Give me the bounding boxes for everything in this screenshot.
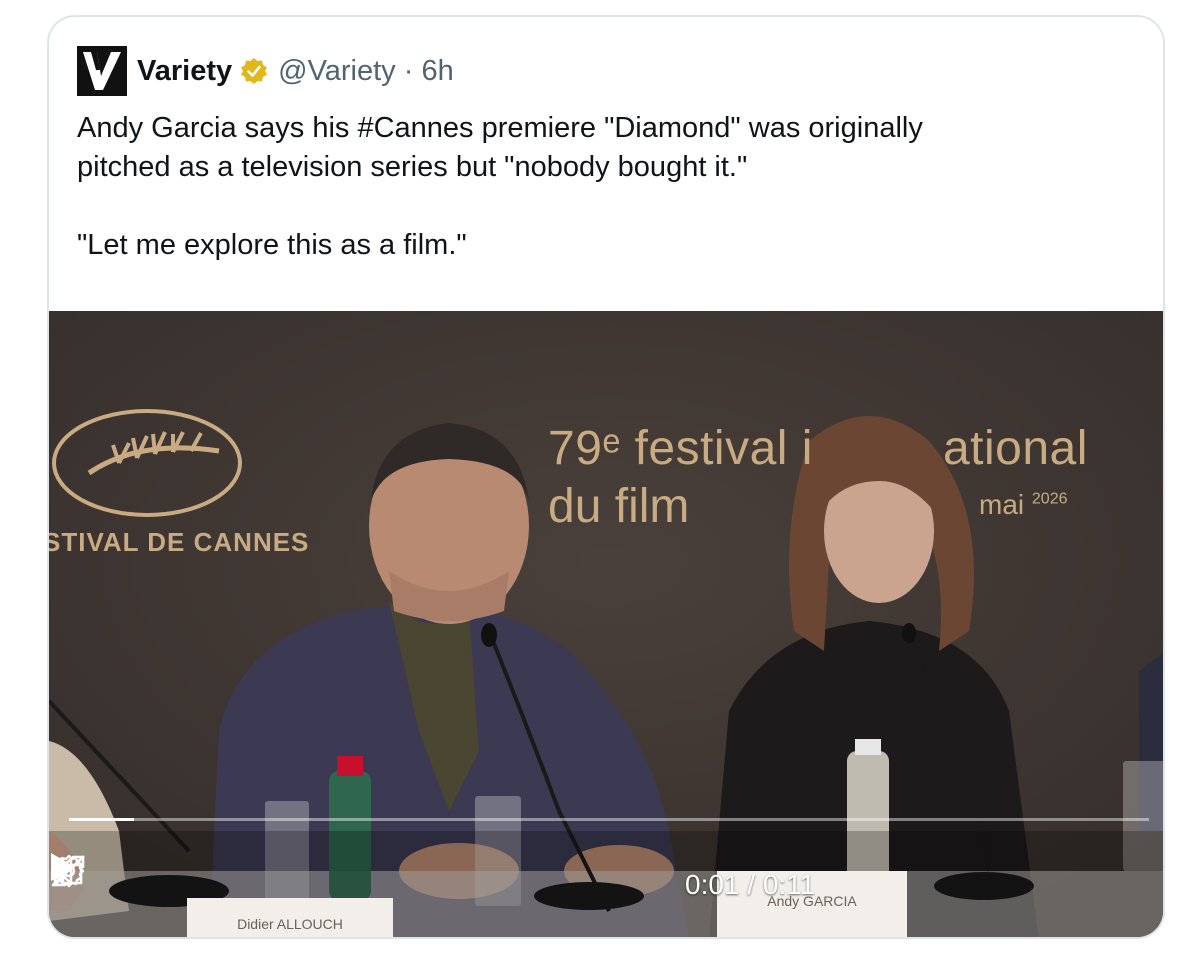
progress-track[interactable] — [69, 818, 1149, 821]
festival-month: mai — [979, 489, 1025, 520]
tweet-text: Andy Garcia says his #Cannes premiere "D… — [77, 109, 1137, 265]
video-frame — [49, 311, 1163, 937]
festival-year: 2026 — [1031, 490, 1068, 508]
tweet-card[interactable]: Variety @Variety · 6h Andy Garcia says h… — [47, 15, 1165, 939]
festival-text: ational — [942, 422, 1088, 475]
festival-banner-line1: 79ᵉ festival i ational — [548, 421, 1088, 476]
handle-text[interactable]: @Variety — [278, 55, 396, 87]
variety-logo[interactable] — [77, 46, 127, 96]
video-player[interactable]: 79ᵉ festival i ational du film mai 2026 S… — [49, 311, 1163, 937]
cannes-label: STIVAL DE CANNES — [49, 527, 310, 557]
tweet-text-line: Andy Garcia says his #Cannes premiere "D… — [77, 112, 923, 144]
author-handle[interactable]: @Variety · 6h — [278, 55, 454, 88]
tweet-text-line: "Let me explore this as a film." — [77, 229, 467, 261]
separator-dot: · — [403, 54, 414, 87]
festival-text: 79ᵉ festival i — [548, 422, 813, 475]
tweet-text-line: pitched as a television series but "nobo… — [77, 151, 748, 183]
festival-date: mai 2026 — [979, 489, 1068, 521]
time-display: 0:01 / 0:11 — [685, 869, 816, 900]
fullscreen-icon[interactable] — [49, 851, 89, 891]
verified-badge-icon — [241, 58, 268, 84]
timestamp[interactable]: 6h — [421, 55, 453, 87]
video-controls: 0:01 / 0:11 — [49, 851, 1163, 931]
progress-fill[interactable] — [69, 818, 134, 821]
tweet-header: Variety @Variety · 6h — [77, 46, 454, 96]
author-name[interactable]: Variety — [137, 55, 232, 88]
festival-banner-line2: du film — [548, 480, 690, 533]
